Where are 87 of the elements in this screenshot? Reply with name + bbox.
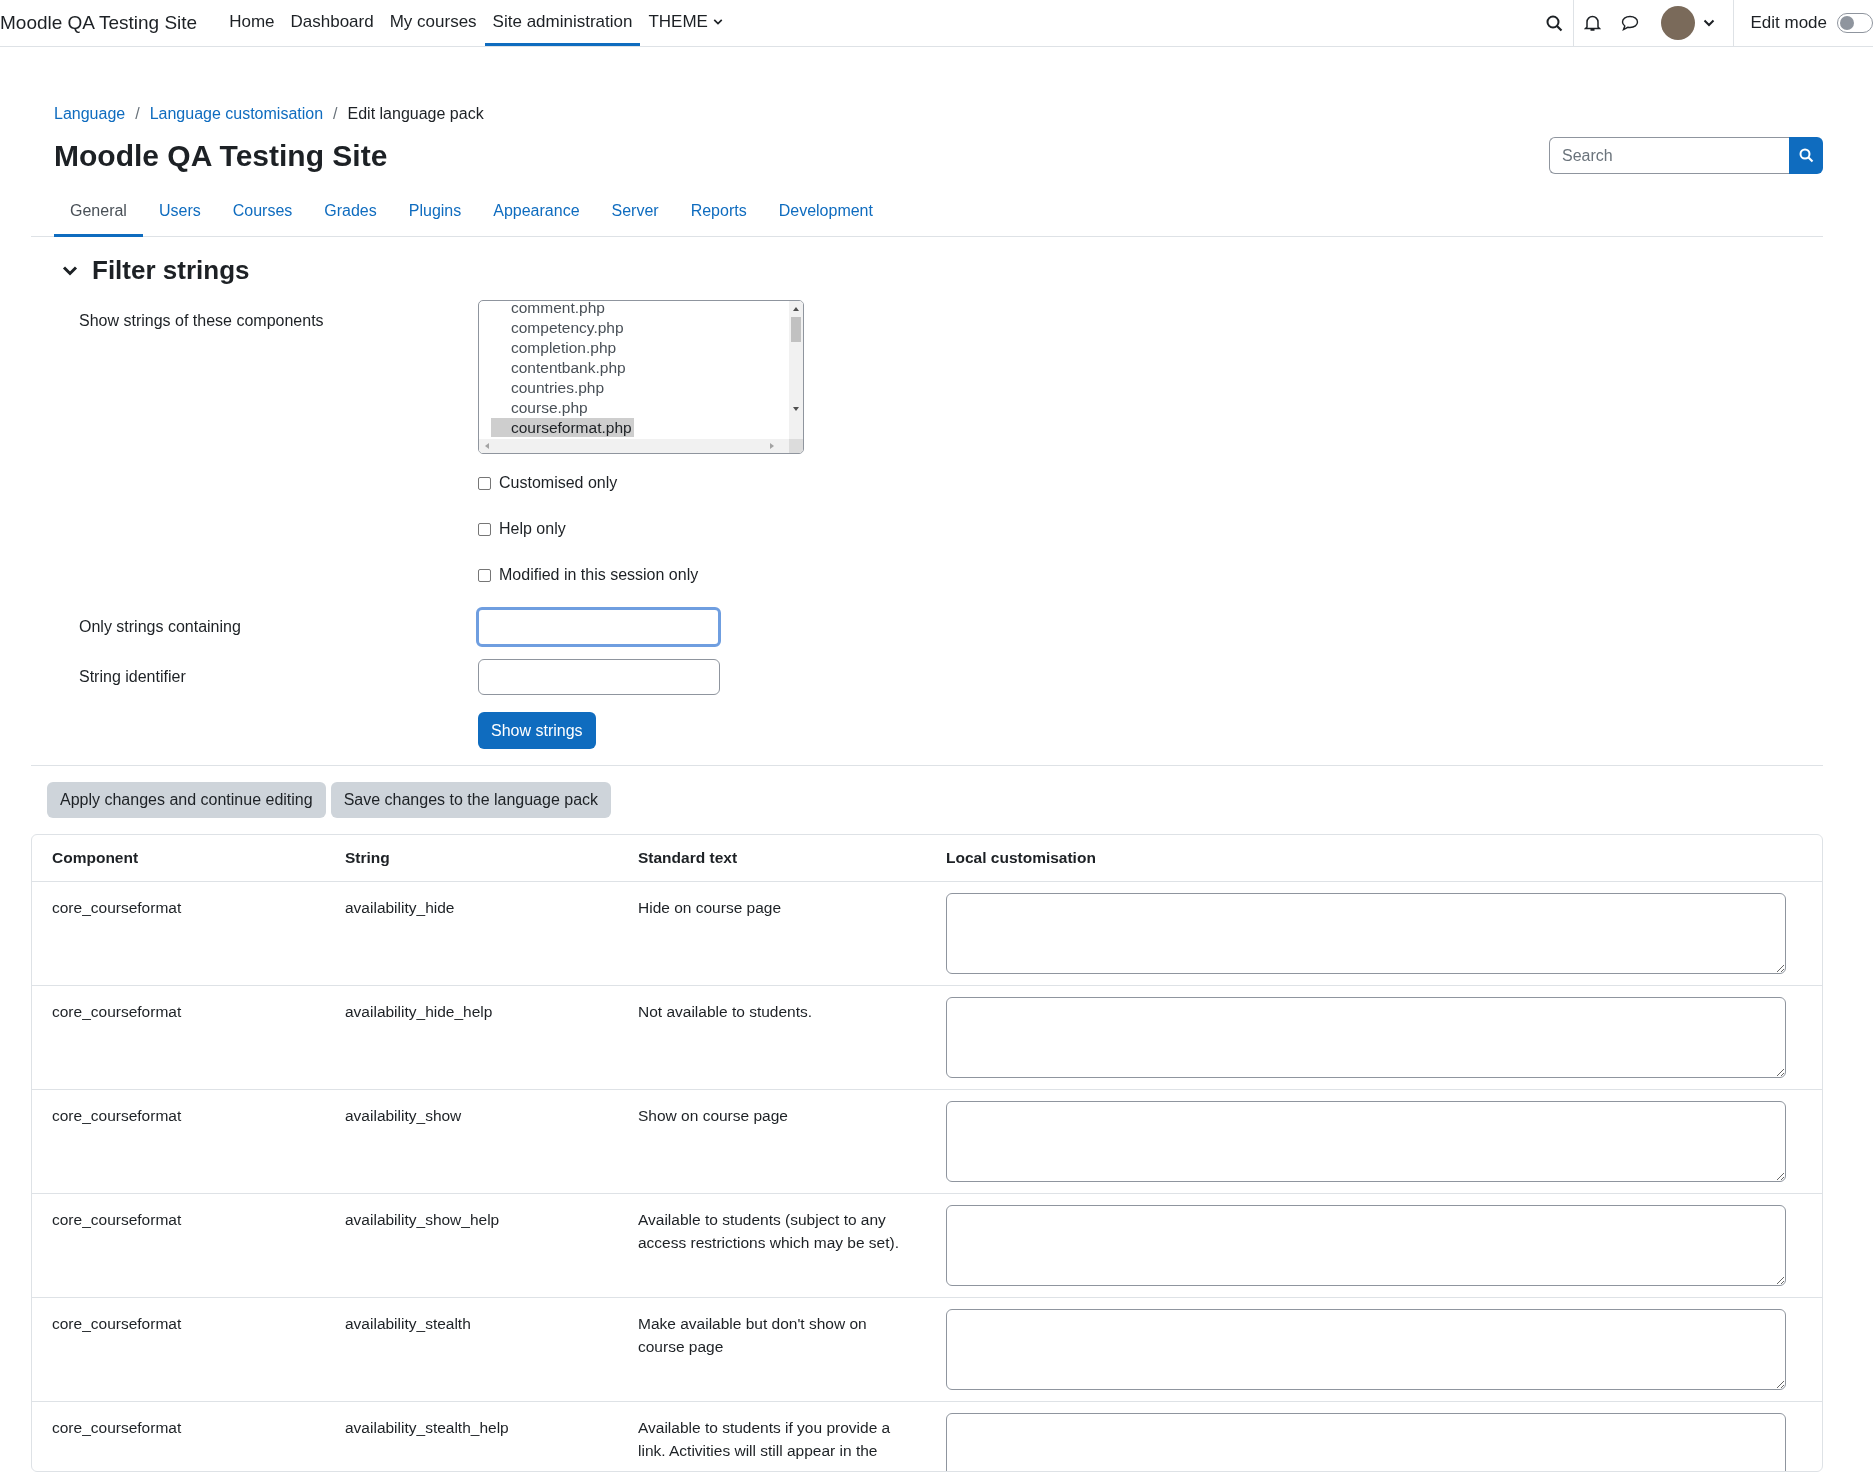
nav-link[interactable]: Site administration: [484, 0, 641, 46]
edit-mode-toggle[interactable]: [1837, 13, 1873, 33]
table-cell-text: Make available but don't show on course page: [638, 1314, 868, 1357]
customisation-field[interactable]: [946, 997, 1786, 1078]
listbox-option[interactable]: countries.php: [491, 378, 607, 397]
tab[interactable]: Plugins: [392, 192, 478, 237]
search-field[interactable]: Search: [1549, 137, 1789, 174]
tab[interactable]: Appearance: [477, 192, 596, 237]
search-icon[interactable]: [1546, 14, 1564, 32]
caret-icon: [712, 17, 723, 26]
chat-bubble-icon[interactable]: [1621, 15, 1640, 31]
breadcrumb-current: Edit language pack: [347, 105, 484, 123]
customisation-field[interactable]: [946, 893, 1786, 974]
breadcrumb-separator: /: [135, 105, 140, 123]
table-cell-text: Available to students (subject to any access restrictions which may be set).: [638, 1210, 900, 1253]
column-header: String: [345, 848, 391, 868]
listbox-option[interactable]: competency.php: [491, 318, 626, 337]
checkbox[interactable]: [478, 568, 491, 582]
field-label: String identifier: [78, 668, 187, 686]
tab[interactable]: Reports: [674, 192, 763, 237]
table-cell-text: core_courseformat: [52, 1314, 183, 1334]
search-icon: [1798, 148, 1814, 163]
customisation-field[interactable]: [946, 1205, 1786, 1286]
breadcrumb-link[interactable]: Language customisation: [149, 105, 324, 123]
table-cell-text: core_courseformat: [52, 1002, 183, 1022]
site-name[interactable]: Moodle QA Testing Site: [0, 12, 198, 34]
column-header: Local customisation: [946, 848, 1097, 868]
component-listbox[interactable]: comment.php competency.php completion.php contentbank.php countries.php course.php courseformat.php: [478, 300, 804, 454]
checkbox-label[interactable]: Customised only: [499, 474, 618, 492]
listbox-option[interactable]: completion.php: [491, 338, 619, 357]
table-cell-text: availability_stealth: [345, 1314, 472, 1334]
field-label: Only strings containing: [78, 618, 242, 636]
listbox-option[interactable]: contentbank.php: [491, 358, 628, 377]
tab[interactable]: General: [54, 192, 143, 237]
column-header: Component: [52, 848, 140, 868]
customisation-field[interactable]: [946, 1413, 1786, 1471]
listbox-option[interactable]: course.php: [491, 398, 590, 417]
action-button[interactable]: Apply changes and continue editing: [47, 782, 326, 818]
nav-link[interactable]: Home: [221, 0, 283, 46]
show-strings-button[interactable]: Show strings: [478, 712, 596, 749]
table-cell-text: availability_show: [345, 1106, 463, 1126]
text-field[interactable]: [478, 659, 720, 695]
vertical-scrollbar[interactable]: [789, 301, 803, 439]
horizontal-scrollbar[interactable]: [479, 439, 789, 453]
section-heading: Filter strings: [92, 255, 250, 286]
chevron-icon[interactable]: [62, 264, 78, 277]
nav-link[interactable]: THEME: [640, 0, 731, 46]
nav-link[interactable]: My courses: [381, 0, 485, 46]
table-cell-text: core_courseformat: [52, 1418, 183, 1438]
tab[interactable]: Users: [142, 192, 217, 237]
checkbox[interactable]: [478, 522, 491, 536]
table-cell-text: Show on course page: [638, 1106, 789, 1126]
table-cell-text: availability_hide_help: [345, 1002, 494, 1022]
checkbox-label[interactable]: Help only: [499, 520, 566, 538]
bell-icon[interactable]: [1584, 14, 1602, 32]
checkbox-label[interactable]: Modified in this session only: [499, 566, 699, 584]
breadcrumb-link[interactable]: Language: [54, 105, 126, 123]
action-button[interactable]: Save changes to the language pack: [330, 782, 612, 818]
table-cell-text: core_courseformat: [52, 1106, 183, 1126]
column-header: Standard text: [638, 848, 739, 868]
customisation-field[interactable]: [946, 1309, 1786, 1390]
page-title: Moodle QA Testing Site: [54, 138, 388, 173]
table-cell-text: core_courseformat: [52, 898, 183, 918]
listbox-option[interactable]: courseformat.php: [491, 418, 634, 437]
table-cell-text: availability_stealth_help: [345, 1418, 510, 1438]
tab[interactable]: Courses: [216, 192, 309, 237]
user-avatar[interactable]: [1661, 6, 1696, 40]
table-cell-text: availability_hide: [345, 898, 456, 918]
tab[interactable]: Grades: [308, 192, 393, 237]
tab[interactable]: Development: [762, 192, 889, 237]
tab[interactable]: Server: [595, 192, 675, 237]
customisation-field[interactable]: [946, 1101, 1786, 1182]
table-cell-text: availability_show_help: [345, 1210, 501, 1230]
scrollbar-corner: [789, 439, 803, 453]
table-cell-text: Hide on course page: [638, 898, 783, 918]
edit-mode-label: Edit mode: [1750, 13, 1827, 33]
field-label: Show strings of these components: [78, 311, 325, 331]
listbox-option[interactable]: comment.php: [491, 301, 607, 317]
checkbox[interactable]: [478, 476, 491, 490]
search-button[interactable]: [1789, 137, 1823, 174]
breadcrumb-separator: /: [333, 105, 338, 123]
table-cell-text: Available to students if you provide a link. Activities will still appear in the: [638, 1418, 892, 1461]
text-field[interactable]: [476, 607, 721, 647]
table-cell-text: core_courseformat: [52, 1210, 183, 1230]
nav-link[interactable]: Dashboard: [282, 0, 382, 46]
caret-icon[interactable]: [1703, 19, 1716, 27]
table-cell-text: Not available to students.: [638, 1002, 814, 1022]
